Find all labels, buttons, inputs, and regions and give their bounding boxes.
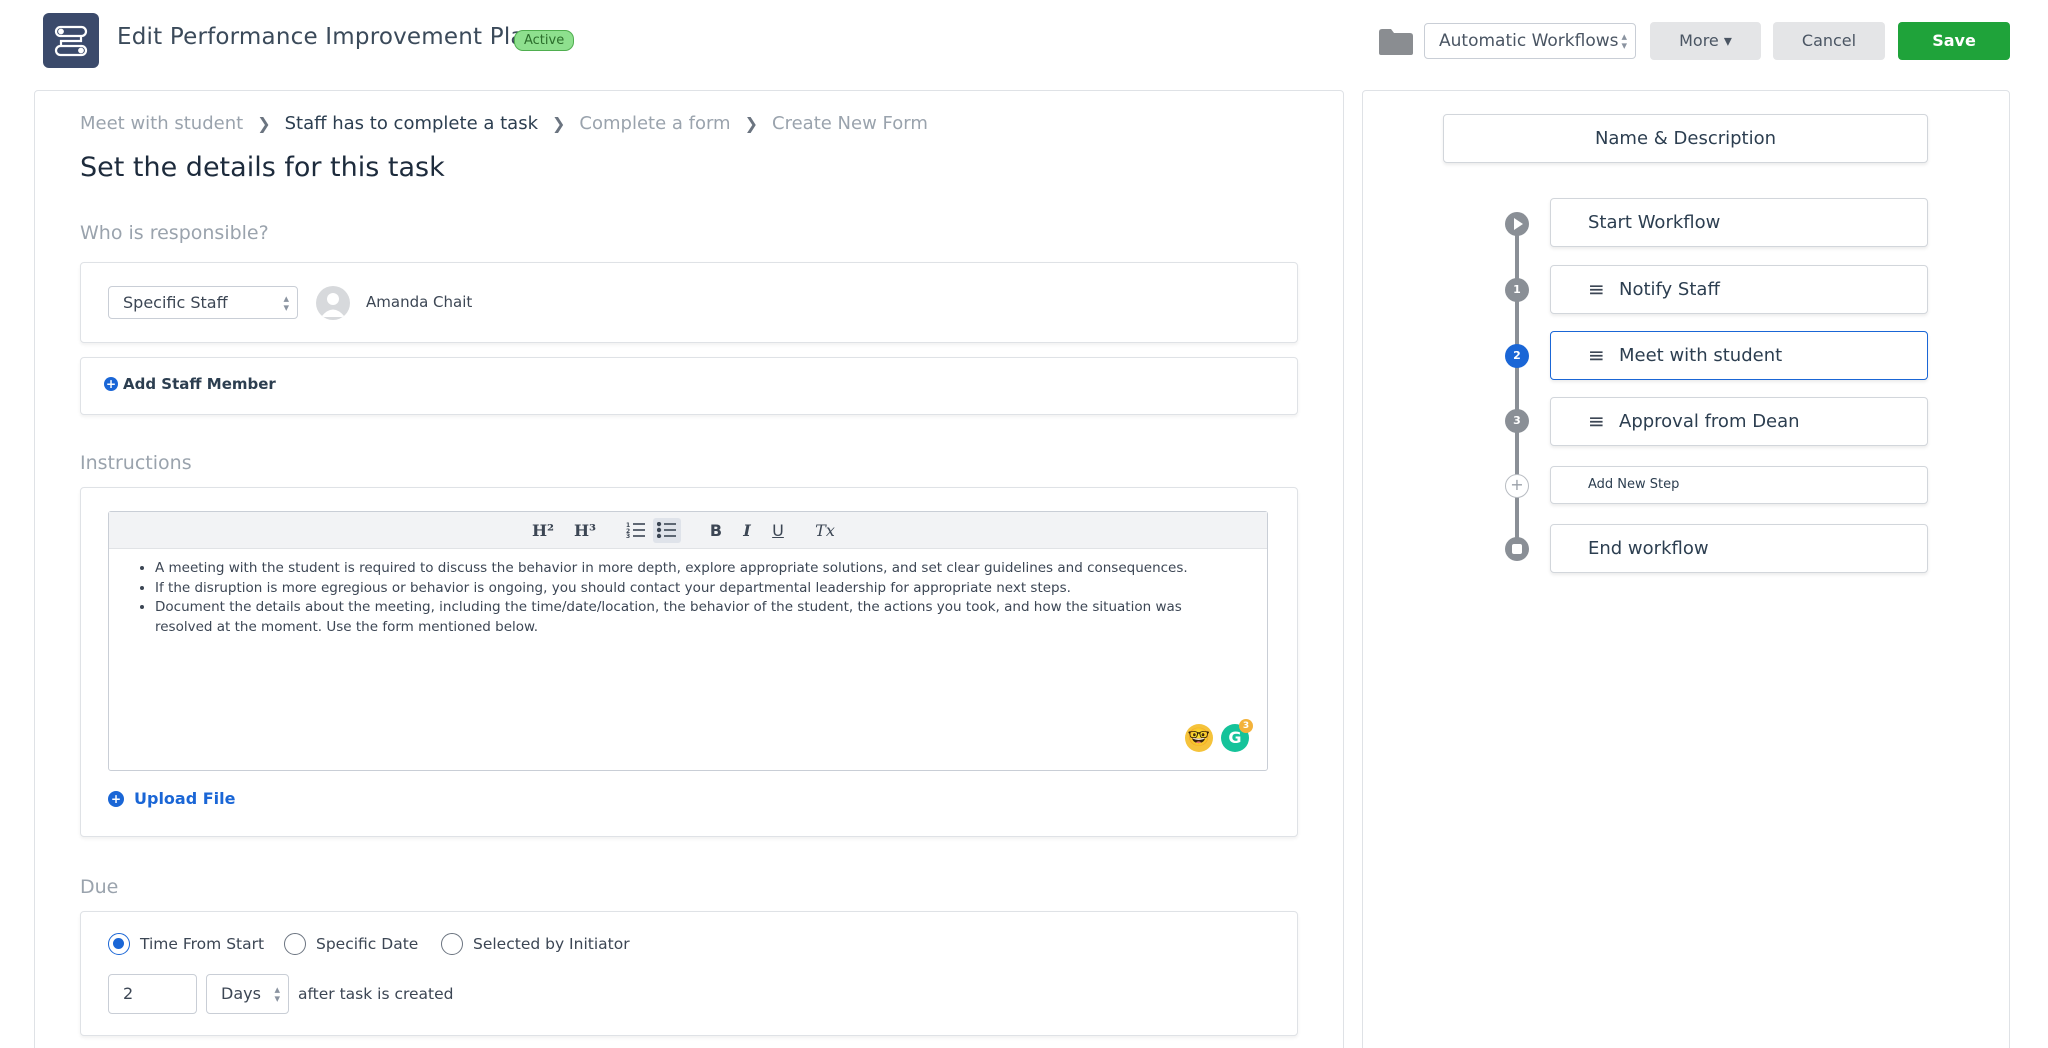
radio-unselected[interactable] <box>441 933 463 955</box>
due-suffix-text: after task is created <box>298 985 454 1003</box>
editor-toolbar: H² H³ 1 2 3 B I U Tx <box>109 512 1267 549</box>
drag-handle-icon[interactable]: ≡ <box>1588 332 1605 379</box>
underline-button[interactable]: U <box>768 518 788 543</box>
step-number-badge: 3 <box>1505 409 1529 433</box>
responsible-type-value: Specific Staff <box>123 293 228 312</box>
heading-2-button[interactable]: H² <box>529 518 557 543</box>
staff-name: Amanda Chait <box>366 293 473 311</box>
radio-unselected[interactable] <box>284 933 306 955</box>
breadcrumb: Meet with student ❯ Staff has to complet… <box>80 113 928 134</box>
breadcrumb-item-create-form[interactable]: Create New Form <box>772 113 928 134</box>
instruction-item: Document the details about the meeting, … <box>155 598 1241 637</box>
grammarly-count-badge: 3 <box>1239 719 1253 733</box>
bold-button[interactable]: B <box>706 518 726 543</box>
italic-button[interactable]: I <box>737 518 757 543</box>
workflow-step-notify-staff[interactable]: ≡ Notify Staff <box>1550 265 1928 314</box>
section-title: Set the details for this task <box>80 152 445 183</box>
svg-text:3: 3 <box>626 533 630 538</box>
ordered-list-button[interactable]: 1 2 3 <box>624 518 648 543</box>
more-label: More <box>1679 31 1719 50</box>
instructions-list[interactable]: A meeting with the student is required t… <box>109 549 1267 637</box>
workflow-timeline-line <box>1515 225 1519 550</box>
instructions-label: Instructions <box>80 452 192 474</box>
step-number-badge: 2 <box>1505 344 1529 368</box>
end-workflow-step[interactable]: End workflow <box>1550 524 1928 573</box>
stop-icon <box>1505 537 1529 561</box>
start-workflow-step[interactable]: Start Workflow <box>1550 198 1928 247</box>
due-unit-value: Days <box>221 984 261 1003</box>
responsible-type-select[interactable]: Specific Staff ▴ ▾ <box>108 286 298 319</box>
drag-handle-icon[interactable]: ≡ <box>1588 266 1605 313</box>
status-badge: Active <box>514 30 575 51</box>
chevron-right-icon: ❯ <box>552 114 566 133</box>
due-option-label: Selected by Initiator <box>473 935 630 953</box>
due-option-specific-date[interactable]: Specific Date <box>284 933 418 955</box>
due-label: Due <box>80 876 119 898</box>
chevron-right-icon: ❯ <box>744 114 759 133</box>
select-arrows-icon: ▴ ▾ <box>283 291 289 314</box>
grammarly-icon[interactable]: G 3 <box>1221 719 1253 752</box>
breadcrumb-item-complete-form[interactable]: Complete a form <box>579 113 730 134</box>
add-staff-label: Add Staff Member <box>123 375 276 393</box>
instructions-editor[interactable]: H² H³ 1 2 3 B I U Tx A meeting with the … <box>108 511 1268 771</box>
radio-selected[interactable] <box>108 933 130 955</box>
drag-handle-icon[interactable]: ≡ <box>1588 398 1605 445</box>
cancel-button[interactable]: Cancel <box>1773 22 1885 60</box>
step-label: Approval from Dean <box>1619 411 1800 432</box>
select-arrows-icon: ▴ ▾ <box>1621 30 1627 52</box>
nerd-face-emoji-icon[interactable]: 🤓 <box>1185 724 1213 752</box>
workflow-app-icon[interactable] <box>43 13 99 68</box>
chevron-right-icon: ❯ <box>257 114 271 133</box>
header: Edit Performance Improvement Plan Active… <box>0 0 2048 80</box>
breadcrumb-item-current: Staff has to complete a task <box>284 113 538 134</box>
step-label: Notify Staff <box>1619 279 1720 300</box>
breadcrumb-item-meet-with-student[interactable]: Meet with student <box>80 113 243 134</box>
add-new-step-button[interactable]: Add New Step <box>1550 466 1928 504</box>
add-staff-member-button[interactable]: + Add Staff Member <box>104 375 276 393</box>
save-button[interactable]: Save <box>1898 22 2010 60</box>
due-option-selected-by-initiator[interactable]: Selected by Initiator <box>441 933 630 955</box>
responsible-label: Who is responsible? <box>80 222 269 244</box>
workflow-step-meet-with-student[interactable]: ≡ Meet with student <box>1550 331 1928 380</box>
clear-format-button[interactable]: Tx <box>813 518 837 543</box>
select-arrows-icon: ▴ ▾ <box>274 983 280 1005</box>
workflow-step-approval-from-dean[interactable]: ≡ Approval from Dean <box>1550 397 1928 446</box>
workflow-type-select[interactable]: Automatic Workflows ▴ ▾ <box>1424 23 1636 59</box>
upload-file-button[interactable]: + Upload File <box>108 789 236 808</box>
due-amount-input[interactable]: 2 <box>108 974 197 1014</box>
due-unit-select[interactable]: Days ▴ ▾ <box>206 974 289 1014</box>
bullet-list-button[interactable] <box>653 518 681 543</box>
workflow-type-value: Automatic Workflows <box>1439 31 1619 51</box>
folder-icon[interactable] <box>1378 28 1414 56</box>
name-description-button[interactable]: Name & Description <box>1443 114 1928 163</box>
due-option-time-from-start[interactable]: Time From Start <box>108 933 264 955</box>
plus-circle-icon: + <box>104 377 118 391</box>
due-option-label: Specific Date <box>316 935 419 953</box>
add-step-plus-icon[interactable]: + <box>1505 474 1529 498</box>
page-title: Edit Performance Improvement Plan <box>117 24 540 50</box>
plus-circle-icon: + <box>108 790 124 807</box>
heading-3-button[interactable]: H³ <box>571 518 599 543</box>
upload-file-label: Upload File <box>134 789 236 808</box>
avatar <box>316 286 350 320</box>
due-option-label: Time From Start <box>140 935 265 953</box>
play-icon <box>1505 212 1529 236</box>
instruction-item: If the disruption is more egregious or b… <box>155 579 1241 599</box>
step-number-badge: 1 <box>1505 278 1529 302</box>
caret-down-icon: ▾ <box>1723 31 1732 50</box>
more-button[interactable]: More ▾ <box>1650 22 1761 60</box>
step-label: Meet with student <box>1619 345 1783 366</box>
instruction-item: A meeting with the student is required t… <box>155 559 1241 579</box>
